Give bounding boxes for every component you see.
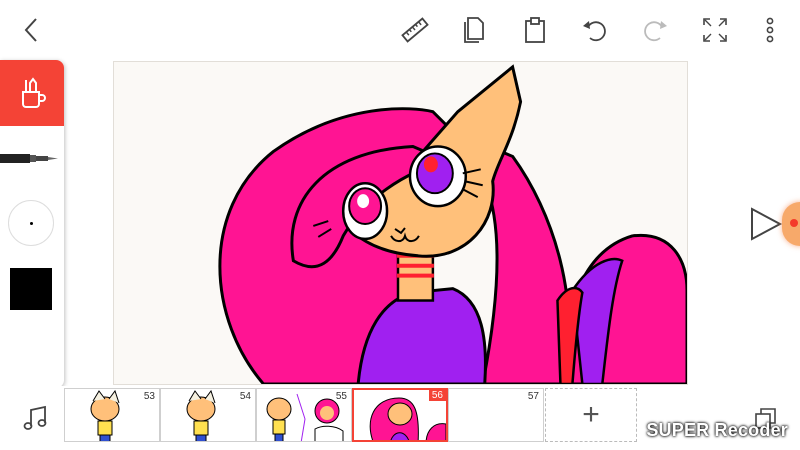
record-icon (790, 219, 798, 227)
more-icon (766, 17, 774, 43)
recorder-bubble[interactable] (782, 202, 800, 246)
plus-icon: + (582, 398, 600, 431)
frame-thumbnail[interactable]: 57 (448, 388, 544, 442)
back-button[interactable] (12, 10, 52, 50)
brush-size-button[interactable] (8, 200, 54, 246)
frame-number: 53 (143, 391, 155, 402)
frame-thumbnail[interactable]: 55 (256, 388, 352, 442)
ruler-icon (401, 17, 429, 43)
redo-icon (644, 21, 667, 42)
more-options-button[interactable] (750, 10, 790, 50)
frame-number: 54 (239, 391, 251, 402)
play-icon[interactable] (748, 206, 784, 242)
undo-button[interactable] (575, 10, 615, 50)
back-icon (24, 18, 37, 42)
drawing-tools-button[interactable] (0, 60, 64, 126)
frame-number: 56 (428, 390, 446, 401)
brush-size-dot (29, 221, 33, 225)
add-frame-button[interactable]: + (545, 388, 637, 442)
frame-thumbnail[interactable]: 54 (160, 388, 256, 442)
color-picker-button[interactable] (10, 268, 52, 310)
frame-thumbnail[interactable]: 53 (64, 388, 160, 442)
paste-button[interactable] (515, 10, 555, 50)
flipaclip-app: 53 54 55 56 57 + SUPER Recoder (0, 0, 800, 450)
frame-number: 55 (335, 391, 347, 402)
drawing-artwork (218, 64, 687, 384)
fullscreen-button[interactable] (695, 10, 735, 50)
top-toolbar (0, 0, 800, 60)
ruler-button[interactable] (395, 10, 435, 50)
frame-thumbnail-selected[interactable]: 56 (352, 388, 448, 442)
fullscreen-icon (703, 18, 727, 42)
paste-icon (525, 17, 545, 43)
pen-cup-icon (22, 77, 46, 108)
timeline-bar: 53 54 55 56 57 + SUPER Recoder (0, 386, 800, 450)
tool-panel (0, 60, 64, 388)
redo-button[interactable] (635, 10, 675, 50)
watermark-text: SUPER Recoder (646, 420, 788, 440)
pen-icon (0, 154, 58, 163)
music-note-icon[interactable] (20, 404, 50, 434)
copy-icon (464, 17, 484, 43)
brush-tool-button[interactable] (0, 138, 64, 178)
frame-number: 57 (527, 391, 539, 402)
undo-icon (583, 21, 606, 42)
drawing-canvas[interactable] (113, 61, 688, 385)
copy-button[interactable] (455, 10, 495, 50)
